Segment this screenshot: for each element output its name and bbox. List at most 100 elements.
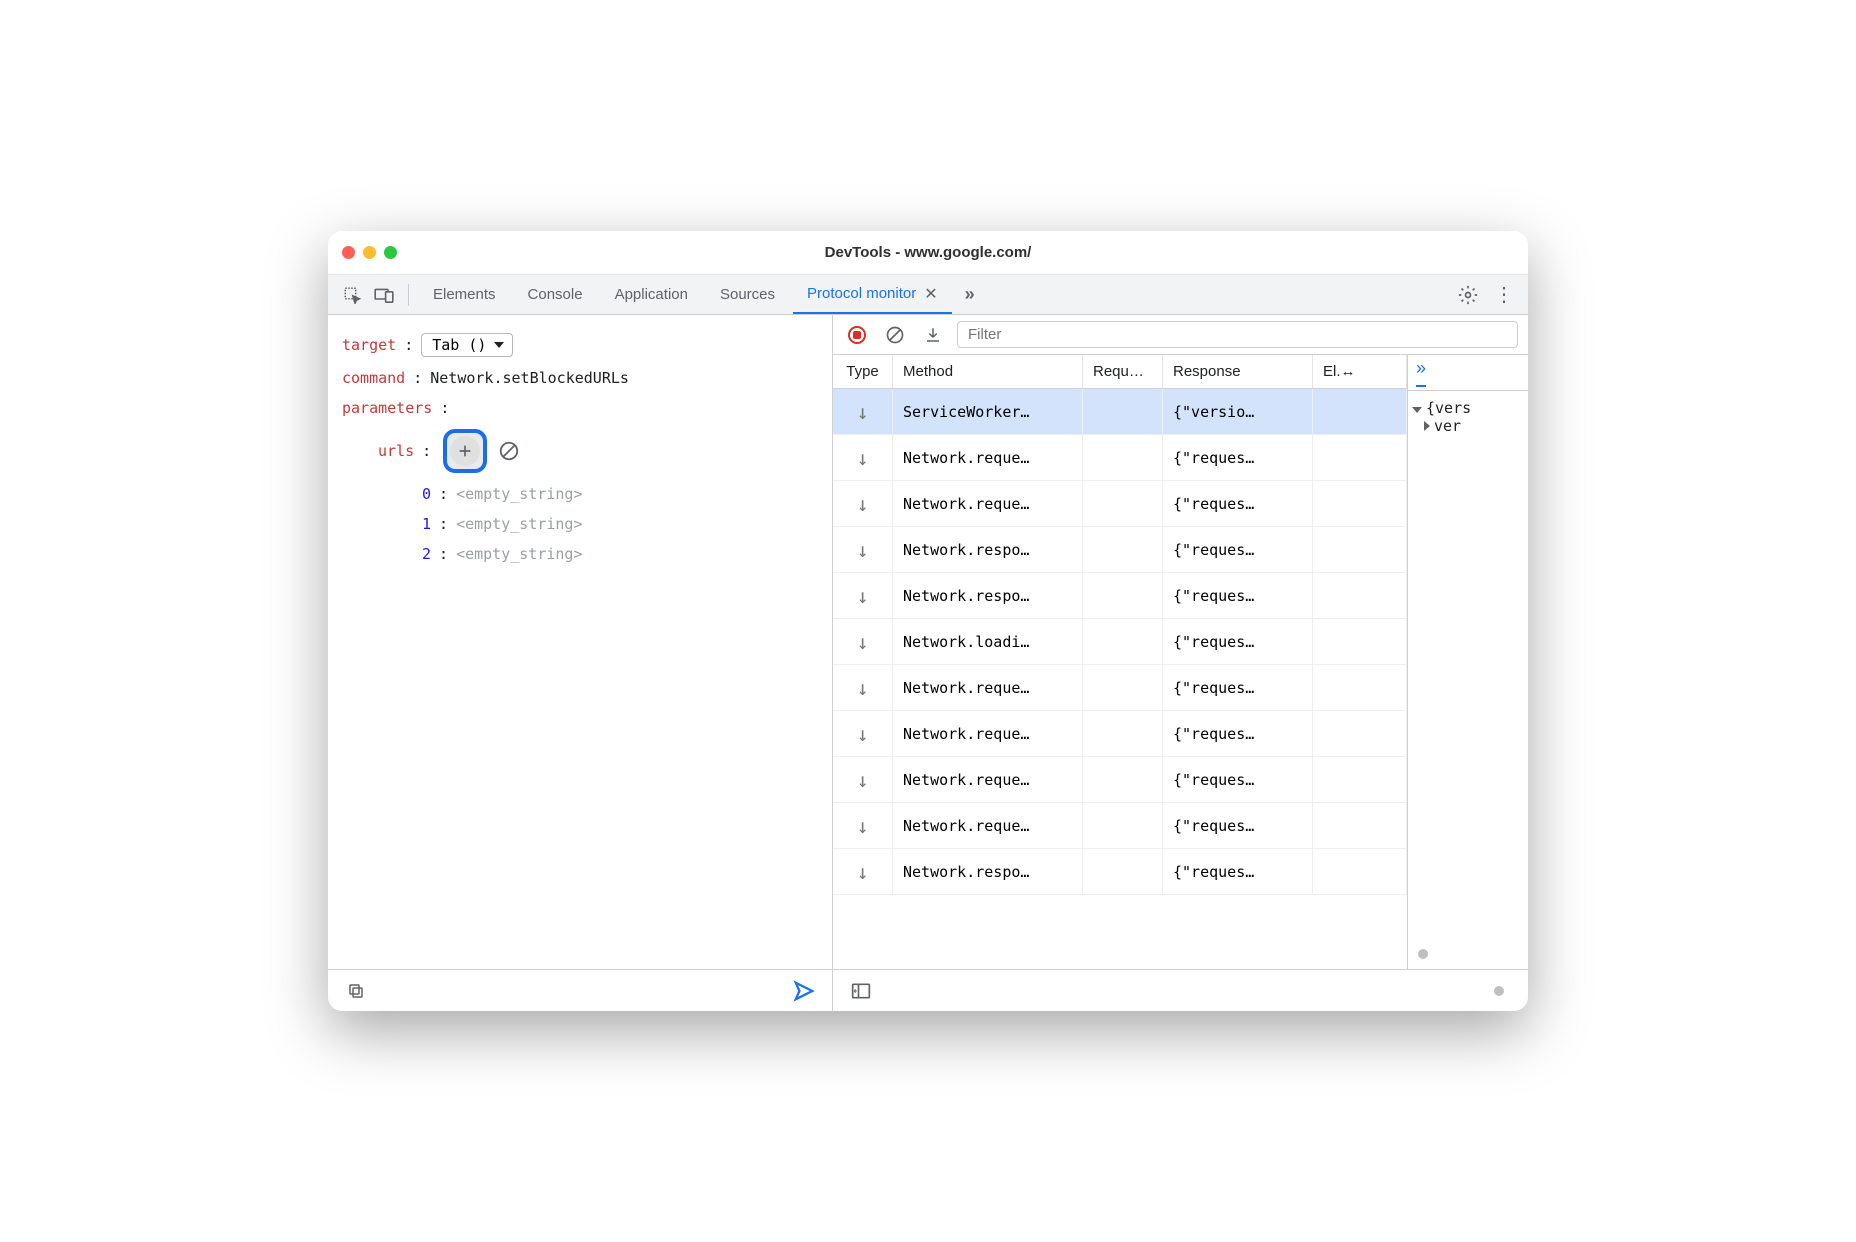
cell-type: ↓: [833, 665, 893, 710]
cell-response: {"reques…: [1163, 435, 1313, 480]
col-elapsed[interactable]: El.↔: [1313, 355, 1407, 388]
cell-method: Network.respo…: [893, 849, 1083, 894]
cell-type: ↓: [833, 619, 893, 664]
cell-request: [1083, 527, 1163, 572]
log-toolbar: [833, 315, 1528, 355]
table-row[interactable]: ↓Network.reque…{"reques…: [833, 757, 1407, 803]
cell-elapsed: [1313, 757, 1407, 802]
table-row[interactable]: ↓Network.respo…{"reques…: [833, 573, 1407, 619]
minimize-window-button[interactable]: [363, 246, 376, 259]
log-body: Type Method Requ… Response El.↔ ↓Service…: [833, 355, 1528, 969]
cell-request: [1083, 711, 1163, 756]
table-row[interactable]: ↓Network.reque…{"reques…: [833, 711, 1407, 757]
tab-sources[interactable]: Sources: [706, 275, 789, 314]
cell-elapsed: [1313, 435, 1407, 480]
add-url-button[interactable]: [450, 436, 480, 466]
target-row: target: Tab (): [342, 327, 818, 363]
filter-input[interactable]: [957, 321, 1518, 348]
table-row[interactable]: ↓ServiceWorker…{"versio…: [833, 389, 1407, 435]
cell-type: ↓: [833, 711, 893, 756]
target-select-value: Tab (): [432, 336, 486, 354]
cell-elapsed: [1313, 527, 1407, 572]
devtools-window: DevTools - www.google.com/ Elements Cons…: [328, 231, 1528, 1011]
cell-method: Network.reque…: [893, 711, 1083, 756]
col-response[interactable]: Response: [1163, 355, 1313, 388]
cell-method: Network.reque…: [893, 665, 1083, 710]
protocol-log-panel: Type Method Requ… Response El.↔ ↓Service…: [833, 315, 1528, 1011]
command-row: command: Network.setBlockedURLs: [342, 363, 818, 393]
download-button[interactable]: [919, 321, 947, 349]
cell-response: {"reques…: [1163, 481, 1313, 526]
cell-response: {"reques…: [1163, 757, 1313, 802]
detail-root[interactable]: {vers: [1412, 399, 1524, 417]
cell-response: {"reques…: [1163, 665, 1313, 710]
inspect-icon[interactable]: [338, 281, 366, 309]
cell-type: ↓: [833, 573, 893, 618]
table-body[interactable]: ↓ServiceWorker…{"versio…↓Network.reque…{…: [833, 389, 1407, 969]
cell-request: [1083, 757, 1163, 802]
cell-method: ServiceWorker…: [893, 389, 1083, 434]
tab-console[interactable]: Console: [514, 275, 597, 314]
url-item-2[interactable]: 2 : <empty_string>: [342, 539, 818, 569]
cell-request: [1083, 389, 1163, 434]
table-row[interactable]: ↓Network.loadi…{"reques…: [833, 619, 1407, 665]
toggle-sidebar-icon[interactable]: [847, 977, 875, 1005]
detail-tabs: »: [1408, 355, 1528, 391]
copy-icon[interactable]: [342, 977, 370, 1005]
close-tab-icon[interactable]: ✕: [924, 284, 937, 304]
traffic-lights: [342, 246, 397, 259]
url-item-1[interactable]: 1 : <empty_string>: [342, 509, 818, 539]
cell-method: Network.respo…: [893, 573, 1083, 618]
detail-child[interactable]: ver: [1412, 417, 1524, 435]
cell-response: {"reques…: [1163, 849, 1313, 894]
cell-request: [1083, 435, 1163, 480]
cell-type: ↓: [833, 527, 893, 572]
clear-urls-button[interactable]: [495, 437, 523, 465]
close-window-button[interactable]: [342, 246, 355, 259]
log-footer: [833, 969, 1528, 1011]
tab-application[interactable]: Application: [601, 275, 702, 314]
command-editor-panel: target: Tab () command: Network.setBlock…: [328, 315, 833, 1011]
table-header: Type Method Requ… Response El.↔: [833, 355, 1407, 389]
cell-elapsed: [1313, 803, 1407, 848]
kebab-menu-icon[interactable]: ⋮: [1490, 281, 1518, 309]
cell-method: Network.reque…: [893, 435, 1083, 480]
table-row[interactable]: ↓Network.respo…{"reques…: [833, 849, 1407, 895]
table-row[interactable]: ↓Network.reque…{"reques…: [833, 481, 1407, 527]
settings-icon[interactable]: [1454, 281, 1482, 309]
cell-response: {"reques…: [1163, 527, 1313, 572]
more-detail-tabs-icon[interactable]: »: [1416, 358, 1426, 387]
cell-elapsed: [1313, 389, 1407, 434]
target-select[interactable]: Tab (): [421, 333, 513, 357]
url-index: 1: [422, 515, 431, 533]
parameters-row: parameters:: [342, 393, 818, 423]
cell-request: [1083, 665, 1163, 710]
send-command-button[interactable]: [790, 977, 818, 1005]
table-row[interactable]: ↓Network.respo…{"reques…: [833, 527, 1407, 573]
cell-request: [1083, 481, 1163, 526]
clear-log-button[interactable]: [881, 321, 909, 349]
cell-type: ↓: [833, 389, 893, 434]
cell-elapsed: [1313, 481, 1407, 526]
more-tabs-icon[interactable]: »: [956, 281, 984, 309]
cell-request: [1083, 849, 1163, 894]
main-content: target: Tab () command: Network.setBlock…: [328, 315, 1528, 1011]
maximize-window-button[interactable]: [384, 246, 397, 259]
tab-elements[interactable]: Elements: [419, 275, 510, 314]
cell-request: [1083, 803, 1163, 848]
cell-response: {"reques…: [1163, 619, 1313, 664]
col-request[interactable]: Requ…: [1083, 355, 1163, 388]
url-item-0[interactable]: 0 : <empty_string>: [342, 479, 818, 509]
table-row[interactable]: ↓Network.reque… {"reques…: [833, 665, 1407, 711]
tab-protocol-monitor[interactable]: Protocol monitor ✕: [793, 275, 952, 314]
table-row[interactable]: ↓Network.reque…{"reques…: [833, 435, 1407, 481]
record-button[interactable]: [843, 321, 871, 349]
col-type[interactable]: Type: [833, 355, 893, 388]
cell-elapsed: [1313, 619, 1407, 664]
col-method[interactable]: Method: [893, 355, 1083, 388]
table-row[interactable]: ↓Network.reque…{"reques…: [833, 803, 1407, 849]
device-toolbar-icon[interactable]: [370, 281, 398, 309]
log-table: Type Method Requ… Response El.↔ ↓Service…: [833, 355, 1408, 969]
detail-scroll-hint: [1408, 939, 1528, 969]
command-key: command: [342, 369, 405, 387]
